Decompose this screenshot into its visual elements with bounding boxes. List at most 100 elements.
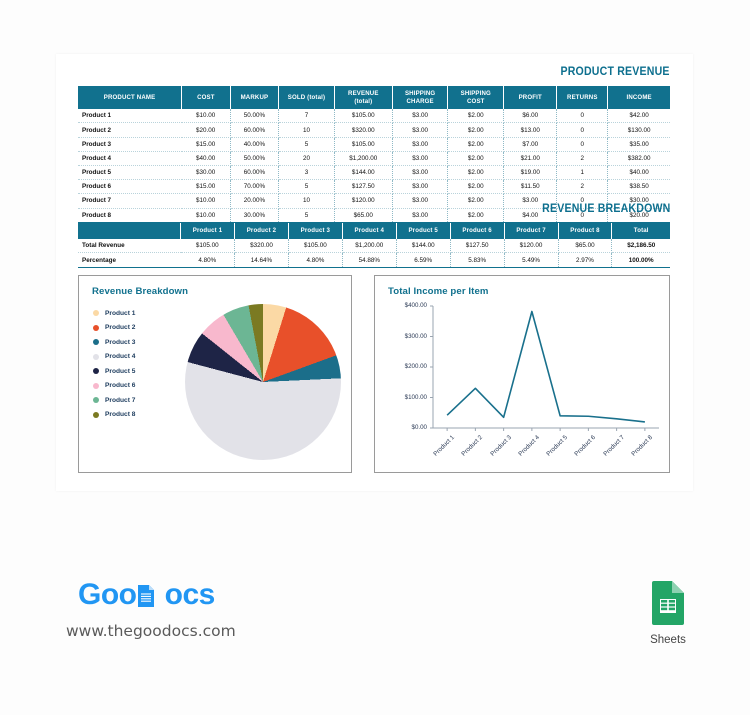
cell-total: $2,186.50 xyxy=(611,238,670,254)
cell-value: $320.00 xyxy=(234,238,289,254)
cell-cost: $20.00 xyxy=(181,122,231,138)
revenue-breakdown-chart-panel: Revenue Breakdown Product 1 Product 2 Prod… xyxy=(78,275,352,473)
table-row: Product 4 $40.00 50.00% 20 $1,200.00 $3.00 $2.… xyxy=(78,151,670,166)
cell-profit: $19.00 xyxy=(503,165,558,181)
cell-markup: 60.00% xyxy=(230,122,280,138)
cell-shipping-cost: $2.00 xyxy=(447,208,505,222)
legend-item: Product 7 xyxy=(93,393,135,408)
revenue-breakdown-table-wrap: Product 1 Product 2 Product 3 Product 4 Prod… xyxy=(78,223,670,269)
cell-sold: 5 xyxy=(278,208,335,222)
cell-markup: 70.00% xyxy=(230,179,280,195)
cell-sold: 5 xyxy=(278,137,335,152)
legend-item: Product 2 xyxy=(93,321,135,336)
logo-text-ocs: ocs xyxy=(164,578,216,611)
cell-shipping-charge: $3.00 xyxy=(392,165,449,181)
cell-shipping-cost: $2.00 xyxy=(447,193,505,209)
chart-axes xyxy=(432,306,659,429)
revenue-breakdown-table: Product 1 Product 2 Product 3 Product 4 Prod… xyxy=(78,223,670,268)
page-canvas: PRODUCT REVENUE PRODUCT NAME COST MARKUP… xyxy=(0,0,750,715)
cell-markup: 40.00% xyxy=(230,137,280,152)
legend-item: Product 8 xyxy=(93,408,135,423)
cell-returns: 2 xyxy=(556,179,609,195)
cell-row-label: Percentage xyxy=(82,256,116,264)
cell-markup: 50.00% xyxy=(230,151,280,166)
cell-cost: $10.00 xyxy=(181,208,231,222)
cell-revenue: $320.00 xyxy=(334,122,393,138)
sheets-icon xyxy=(650,581,686,630)
cell-value: $144.00 xyxy=(396,238,451,254)
cell-returns: 0 xyxy=(556,109,609,124)
cell-row-label: Total Revenue xyxy=(78,238,181,254)
breakdown-col-8: Product 8 xyxy=(558,223,613,239)
cell-value: 14.64% xyxy=(234,252,289,268)
cell-value: $105.00 xyxy=(288,238,343,254)
legend-swatch-icon xyxy=(93,382,99,389)
cell-shipping-cost: $2.00 xyxy=(447,179,505,195)
product-revenue-table: PRODUCT NAME COST MARKUP SOLD (total) RE xyxy=(78,86,670,222)
legend-swatch-icon xyxy=(93,368,99,375)
legend-item: Product 5 xyxy=(93,364,135,379)
total-income-chart-panel: Total Income per Item $0.00 $100.00 $200.0… xyxy=(374,275,670,473)
breakdown-col-5: Product 5 xyxy=(396,223,451,239)
cell-cost: $40.00 xyxy=(181,151,231,166)
cell-cost: $10.00 xyxy=(181,193,231,209)
table-row: Product 2 $20.00 60.00% 10 $320.00 $3.00 $2.00… xyxy=(78,122,670,138)
col-markup: MARKUP xyxy=(230,86,280,110)
legend-swatch-icon xyxy=(93,310,99,317)
cell-value: 5.83% xyxy=(450,252,505,268)
cell-value: 6.59% xyxy=(396,252,451,268)
cell-sold: 20 xyxy=(278,151,335,166)
pie-chart-legend: Product 1 Product 2 Product 3 Product 4 Prod… xyxy=(93,306,135,422)
cell-shipping-charge: $3.00 xyxy=(392,179,449,195)
revenue-breakdown-title: REVENUE BREAKDOWN xyxy=(541,203,670,215)
cell-income: $130.00 xyxy=(607,122,670,138)
cell-product-name: Product 2 xyxy=(78,122,182,138)
cell-revenue: $1,200.00 xyxy=(334,151,393,166)
cell-shipping-charge: $3.00 xyxy=(392,109,449,124)
legend-swatch-icon xyxy=(93,397,99,404)
cell-revenue: $144.00 xyxy=(334,165,393,181)
cell-value: $65.00 xyxy=(558,238,613,254)
cell-returns: 0 xyxy=(556,122,609,138)
cell-profit: $6.00 xyxy=(503,109,558,124)
cell-shipping-charge: $3.00 xyxy=(392,137,449,152)
cell-revenue: $65.00 xyxy=(334,208,393,222)
table-row: Total Revenue $105.00 $320.00 $105.00 $1,200… xyxy=(78,238,670,254)
breakdown-col-9: Total xyxy=(611,223,670,239)
cell-markup: 60.00% xyxy=(230,165,280,181)
breakdown-col-6: Product 6 xyxy=(450,223,505,239)
cell-income: $42.00 xyxy=(607,109,670,124)
cell-revenue: $105.00 xyxy=(334,109,393,124)
table-row: Product 5 $30.00 60.00% 3 $144.00 $3.00 $2.00 $… xyxy=(78,165,670,181)
cell-sold: 10 xyxy=(278,193,335,209)
google-sheets-badge: Sheets xyxy=(638,580,698,646)
cell-returns: 1 xyxy=(556,165,609,181)
cell-cost: $30.00 xyxy=(181,165,231,181)
sheets-label: Sheets xyxy=(650,634,686,646)
legend-label: Product 8 xyxy=(105,411,136,419)
legend-label: Product 2 xyxy=(105,324,136,332)
cell-income: $35.00 xyxy=(607,137,670,152)
cell-markup: 30.00% xyxy=(230,208,280,222)
cell-product-name: Product 4 xyxy=(78,151,182,166)
spreadsheet-sheet: PRODUCT REVENUE PRODUCT NAME COST MARKUP… xyxy=(56,54,693,491)
cell-returns: 0 xyxy=(556,137,609,152)
cell-value: 2.97% xyxy=(558,252,613,268)
legend-swatch-icon xyxy=(93,353,99,360)
logo-text-goo: Goo xyxy=(78,578,137,611)
cell-value: 5.49% xyxy=(504,252,559,268)
col-product-name: PRODUCT NAME xyxy=(78,86,183,110)
legend-label: Product 3 xyxy=(105,338,136,346)
legend-swatch-icon xyxy=(93,324,99,331)
cell-markup: 20.00% xyxy=(230,193,280,209)
cell-revenue: $120.00 xyxy=(334,193,393,209)
cell-product-name: Product 5 xyxy=(78,165,182,181)
cell-markup: 50.00% xyxy=(230,109,280,124)
col-shipping-cost: SHIPPING COST xyxy=(447,86,505,110)
cell-sold: 5 xyxy=(278,179,335,195)
cell-shipping-cost: $2.00 xyxy=(447,109,505,124)
cell-income: $382.00 xyxy=(607,151,670,166)
cell-returns: 2 xyxy=(556,151,609,166)
col-revenue: REVENUE (total) xyxy=(334,86,393,110)
table-row: Product 1 $10.00 50.00% 7 $105.00 $3.00 $2.00 $… xyxy=(78,109,670,124)
